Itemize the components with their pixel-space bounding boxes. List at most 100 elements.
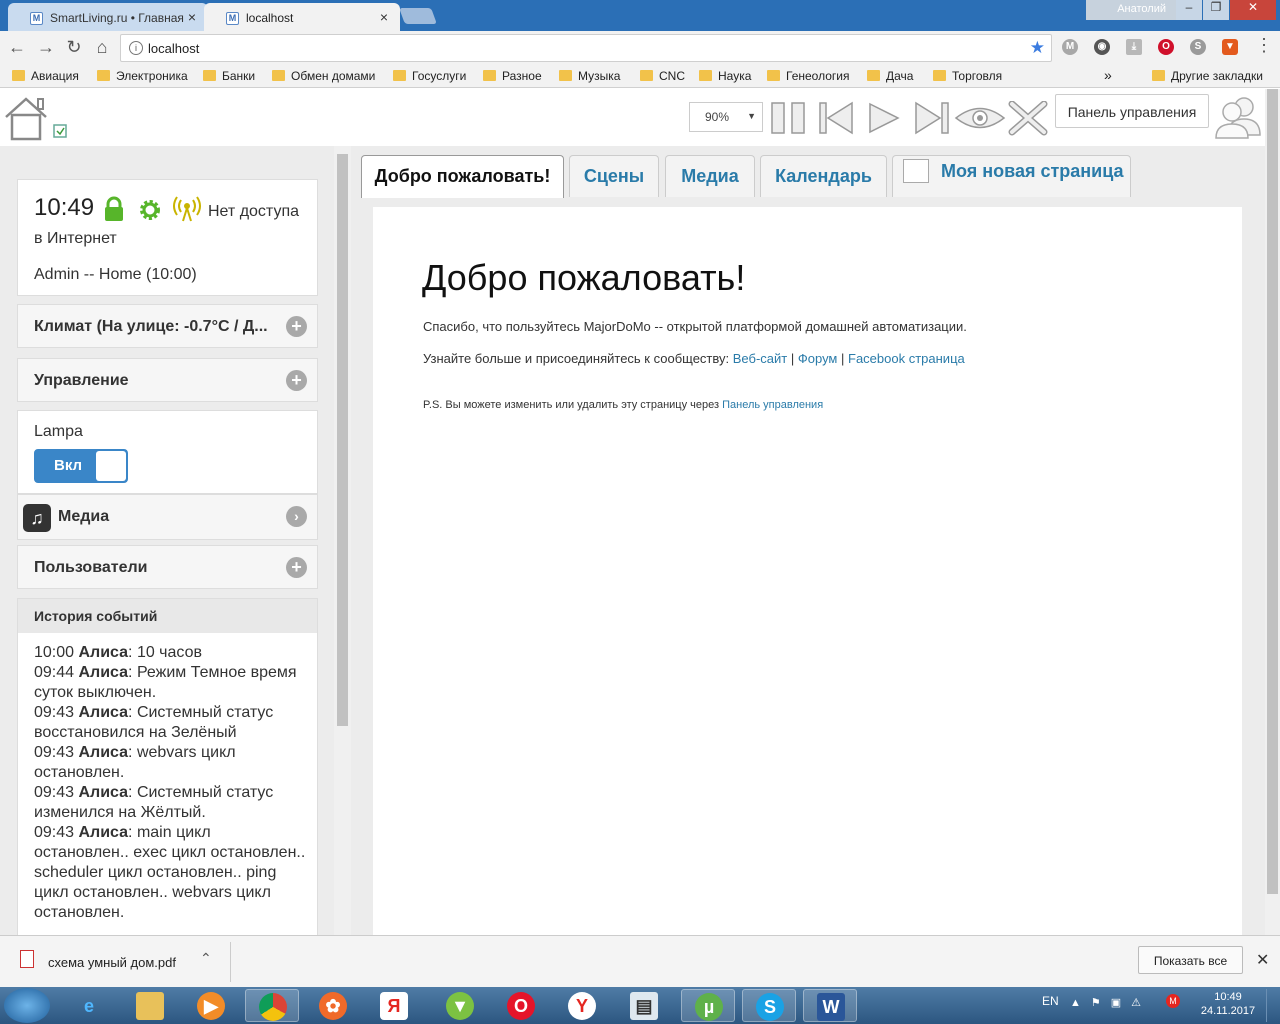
lamp-toggle[interactable]: Вкл	[34, 449, 128, 483]
tab-media[interactable]: Медиа	[665, 155, 755, 197]
tab-scenes[interactable]: Сцены	[569, 155, 659, 197]
sidebar-scrollbar[interactable]	[334, 146, 351, 935]
taskbar-ie-icon[interactable]: e	[62, 989, 116, 1022]
home-icon[interactable]	[2, 95, 68, 141]
scrollbar-thumb[interactable]	[337, 154, 348, 726]
taskbar-skype-icon[interactable]: S	[742, 989, 796, 1022]
menu-dots-icon[interactable]: ⋮	[1254, 35, 1274, 56]
climate-section[interactable]: Климат (На улице: -0.7°C / Д... +	[17, 304, 318, 348]
previous-icon[interactable]	[819, 101, 853, 135]
window-close-button[interactable]: ✕	[1230, 0, 1276, 20]
pause-icon[interactable]	[771, 102, 805, 134]
taskbar-explorer-icon[interactable]	[123, 989, 177, 1022]
chevron-right-icon[interactable]: ›	[286, 506, 307, 527]
broken-image-icon	[903, 159, 929, 183]
download-filename[interactable]: схема умный дом.pdf	[48, 955, 176, 970]
taskbar-yandex-browser-icon[interactable]: Я	[367, 989, 421, 1022]
taskbar-yandex-icon[interactable]: Y	[555, 989, 609, 1022]
extension-m-icon[interactable]: M	[1062, 39, 1078, 55]
bookmark-item[interactable]: Авиация	[12, 69, 79, 83]
bookmarks-overflow-button[interactable]: »	[1104, 67, 1112, 83]
bookmark-item[interactable]: Электроника	[97, 69, 188, 83]
bookmark-item[interactable]: Обмен домами	[272, 69, 375, 83]
extension-pdf-icon[interactable]: ⤓	[1126, 39, 1142, 55]
player-controls	[771, 101, 1048, 136]
home-icon[interactable]: ⌂	[92, 37, 112, 58]
bookmark-item[interactable]: Банки	[203, 69, 255, 83]
media-section[interactable]: ♫ Медиа ›	[17, 494, 318, 540]
bookmark-item[interactable]: Разное	[483, 69, 542, 83]
info-icon[interactable]: i	[129, 41, 143, 55]
welcome-content: Добро пожаловать! Спасибо, что пользуйте…	[373, 207, 1242, 935]
browser-tab-smartliving[interactable]: M SmartLiving.ru • Главная ×	[8, 3, 208, 31]
taskbar-chrome-icon[interactable]	[245, 989, 299, 1022]
close-tab-icon[interactable]: ×	[188, 9, 196, 25]
users-avatar-icon[interactable]	[1214, 95, 1262, 139]
taskbar-opera-icon[interactable]: O	[494, 989, 548, 1022]
language-indicator[interactable]: EN	[1042, 994, 1059, 1008]
bookmark-item[interactable]: CNC	[640, 69, 685, 83]
event-time: 09:43	[34, 744, 75, 761]
expand-plus-icon[interactable]: +	[286, 316, 307, 337]
bookmark-item[interactable]: Генеология	[767, 69, 849, 83]
tab-my-new-page[interactable]: Моя новая страница	[892, 155, 1131, 197]
event-time: 09:43	[34, 824, 75, 841]
bookmark-star-icon[interactable]: ★	[1030, 38, 1045, 58]
start-button-icon[interactable]	[4, 988, 50, 1023]
close-tab-icon[interactable]: ×	[380, 9, 388, 25]
users-section[interactable]: Пользователи +	[17, 545, 318, 589]
show-desktop-button[interactable]	[1266, 989, 1278, 1022]
bookmark-item[interactable]: Госуслуги	[393, 69, 466, 83]
page-scrollbar[interactable]	[1265, 89, 1280, 935]
eye-icon[interactable]	[954, 107, 1006, 129]
forward-arrow-icon[interactable]: →	[36, 37, 56, 58]
extension-eye-icon[interactable]: ◉	[1094, 39, 1110, 55]
tray-icons[interactable]: ▲⚑▣⚠	[1070, 996, 1151, 1009]
bookmark-item[interactable]: Торговля	[933, 69, 1002, 83]
reload-icon[interactable]: ↻	[64, 37, 84, 58]
forum-link[interactable]: Форум	[798, 351, 838, 366]
folder-icon	[12, 70, 25, 81]
page-title: Добро пожаловать!	[422, 257, 746, 298]
control-section[interactable]: Управление +	[17, 358, 318, 402]
close-icon[interactable]: ✕	[1256, 950, 1269, 970]
taskbar-media-player-icon[interactable]: ▶	[184, 989, 238, 1022]
minimize-button[interactable]: –	[1176, 0, 1202, 20]
other-bookmarks[interactable]: Другие закладки	[1152, 69, 1263, 83]
skype-extension-icon[interactable]: S	[1190, 39, 1206, 55]
taskbar-app-icon[interactable]: ▼	[433, 989, 487, 1022]
play-icon[interactable]	[869, 102, 900, 134]
browser-tab-localhost[interactable]: M localhost ×	[204, 3, 400, 31]
toggle-knob	[96, 451, 126, 481]
scrollbar-thumb[interactable]	[1267, 89, 1278, 894]
taskbar-word-icon[interactable]: W	[803, 989, 857, 1022]
taskbar-app-icon[interactable]: ✿	[306, 989, 360, 1022]
zoom-select[interactable]: 90% ▼	[689, 102, 763, 132]
control-panel-button[interactable]: Панель управления	[1055, 94, 1209, 128]
expand-plus-icon[interactable]: +	[286, 370, 307, 391]
tray-m-icon[interactable]: M	[1166, 994, 1180, 1008]
tab-welcome[interactable]: Добро пожаловать!	[361, 155, 564, 198]
bookmark-item[interactable]: Музыка	[559, 69, 620, 83]
maximize-button[interactable]: ❐	[1203, 0, 1229, 20]
back-arrow-icon[interactable]: ←	[7, 37, 27, 58]
expand-plus-icon[interactable]: +	[286, 557, 307, 578]
taskbar-utorrent-icon[interactable]: µ	[681, 989, 735, 1022]
extension-shield-icon[interactable]: ▼	[1222, 39, 1238, 55]
control-panel-link[interactable]: Панель управления	[722, 399, 823, 411]
tab-calendar[interactable]: Календарь	[760, 155, 887, 197]
bookmark-item[interactable]: Наука	[699, 69, 751, 83]
address-bar[interactable]: i localhost ★	[120, 34, 1052, 62]
chevron-up-icon[interactable]: ⌃	[200, 950, 212, 967]
clock[interactable]: 10:49 24.11.2017	[1200, 990, 1256, 1018]
next-icon[interactable]	[915, 101, 949, 135]
stop-x-icon[interactable]	[1008, 101, 1048, 136]
website-link[interactable]: Веб-сайт	[733, 351, 787, 366]
opera-extension-icon[interactable]: O	[1158, 39, 1174, 55]
windows-taskbar: e ▶ ✿ Я ▼ O Y ▤ µ S W EN ▲⚑▣⚠ M 10:49 24…	[0, 987, 1280, 1024]
bookmark-item[interactable]: Дача	[867, 69, 913, 83]
facebook-link[interactable]: Facebook страница	[848, 351, 965, 366]
show-all-button[interactable]: Показать все	[1138, 946, 1243, 974]
new-tab-button[interactable]	[399, 8, 437, 24]
taskbar-app-icon[interactable]: ▤	[617, 989, 671, 1022]
